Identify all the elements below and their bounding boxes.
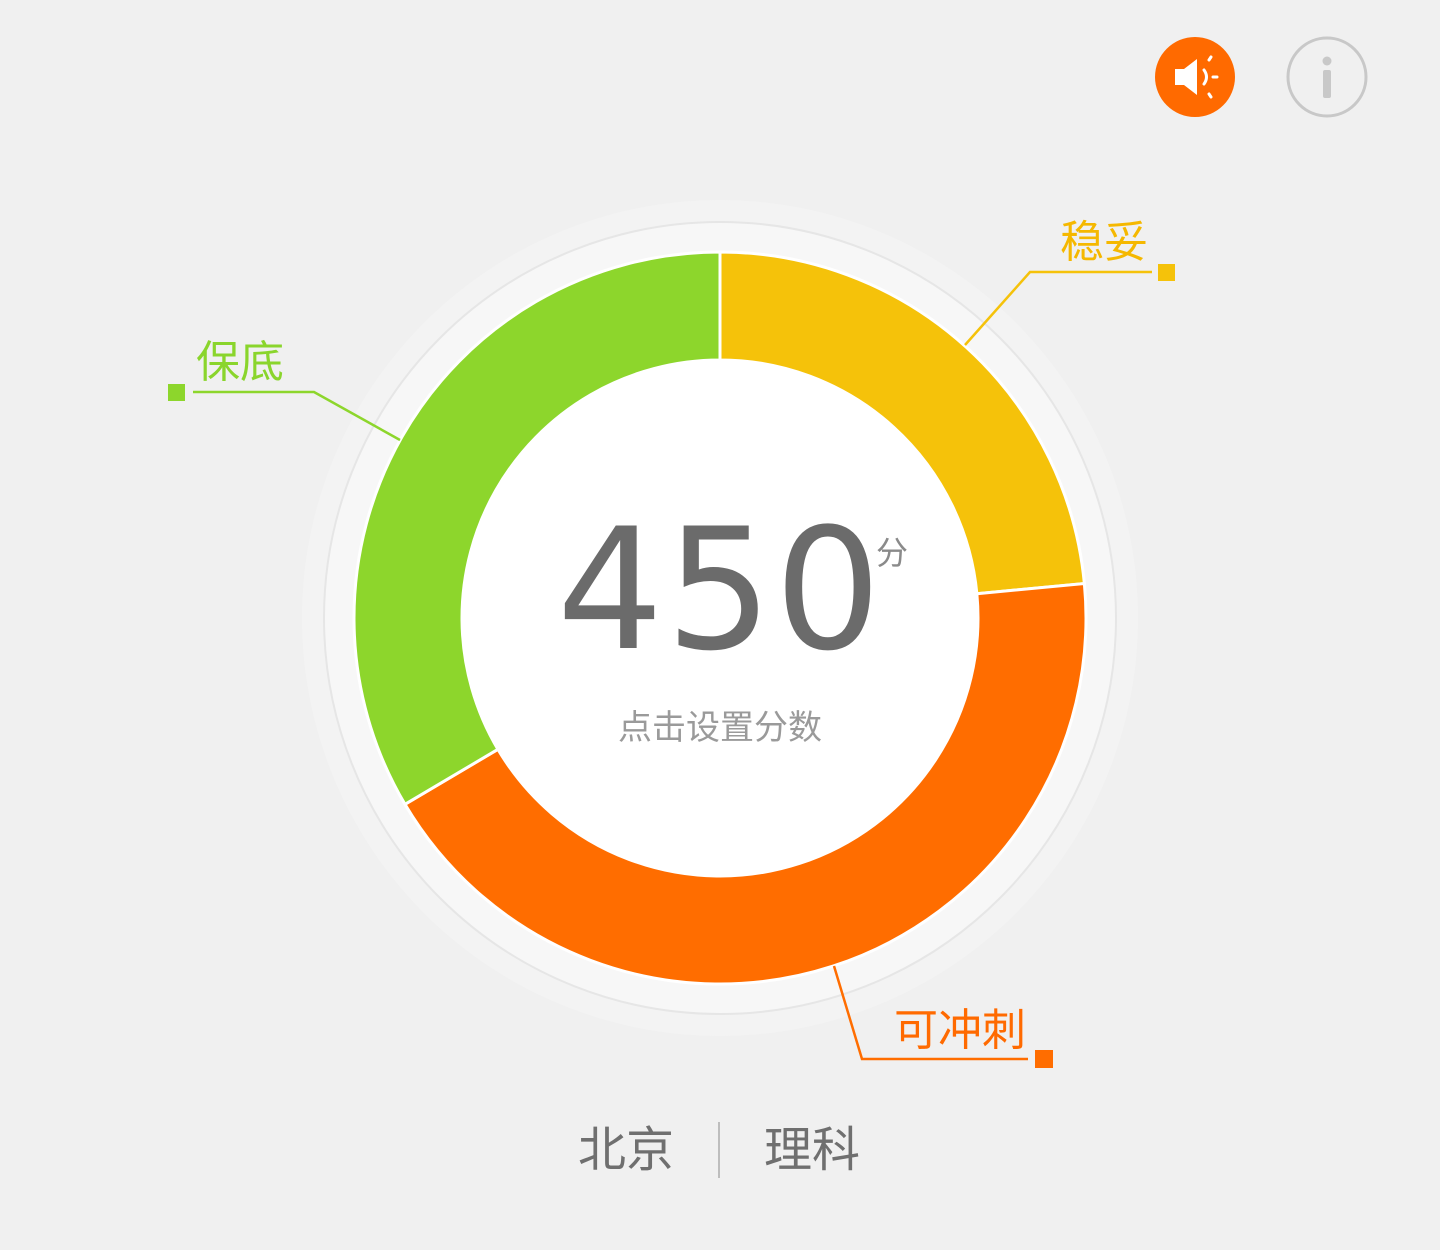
- label-safe: 保底: [196, 337, 284, 388]
- footer-divider: [718, 1122, 720, 1178]
- subject-selector[interactable]: 理科: [764, 1118, 860, 1182]
- province-selector[interactable]: 北京: [578, 1118, 674, 1182]
- score-screen: 450 分 点击设置分数 保底 稳妥 可冲刺 北京 理科: [0, 0, 1440, 1250]
- marker-reach: [1035, 1050, 1053, 1068]
- label-stable: 稳妥: [1060, 217, 1148, 268]
- score-display[interactable]: 450: [470, 500, 970, 680]
- region-subject-bar: 北京 理科: [520, 1118, 920, 1182]
- score-value[interactable]: 450: [470, 500, 970, 680]
- label-reach: 可冲刺: [894, 1005, 1026, 1056]
- marker-safe: [168, 384, 185, 401]
- score-unit: 分: [876, 534, 909, 572]
- marker-stable: [1158, 264, 1175, 281]
- set-score-hint[interactable]: 点击设置分数: [560, 700, 880, 749]
